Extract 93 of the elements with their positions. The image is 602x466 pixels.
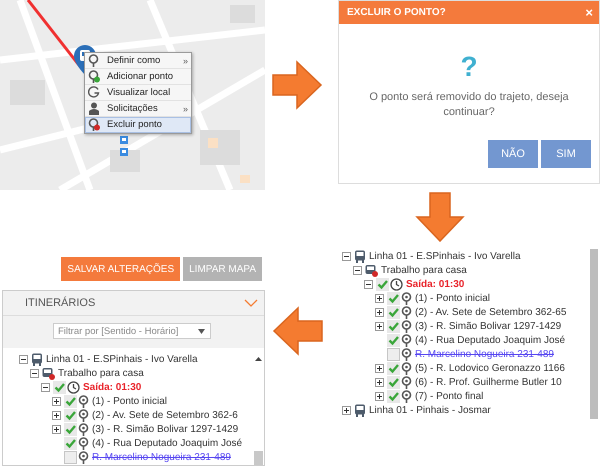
pin-icon — [401, 306, 412, 318]
expand-toggle[interactable] — [375, 378, 384, 386]
tree-label[interactable]: (5) - R. Lodovico Geronazzo 1166 — [415, 362, 565, 374]
expand-toggle[interactable] — [375, 392, 384, 400]
checkbox[interactable] — [387, 362, 400, 374]
checkbox[interactable] — [387, 376, 400, 388]
scroll-up-icon[interactable] — [254, 357, 262, 361]
tree-label[interactable]: Trabalho para casa — [381, 264, 467, 276]
checkbox[interactable] — [64, 394, 77, 408]
tree-label[interactable]: (3) - R. Simão Bolivar 1297-1429 — [415, 320, 562, 332]
pin-icon — [401, 320, 412, 332]
pin-icon — [401, 390, 412, 402]
expand-toggle[interactable] — [52, 410, 61, 420]
pin-icon — [78, 450, 89, 464]
tree-label[interactable]: (4) - Rua Deputado Joaquim José — [92, 438, 242, 448]
submenu-arrow: » — [182, 104, 188, 114]
checkbox[interactable] — [387, 390, 400, 402]
pin-icon — [78, 408, 89, 422]
tree-label[interactable]: Saída: 01:30 — [406, 278, 464, 290]
tree-label[interactable]: Linha 01 - E.SPinhais - Ivo Varella — [369, 250, 521, 262]
panel-title: ITINERÁRIOS — [25, 297, 96, 309]
bus-icon — [31, 352, 43, 366]
menu-item[interactable]: Definir como » — [85, 53, 191, 69]
question-mark: ? — [459, 52, 479, 82]
tree-label[interactable]: (1) - Ponto inicial — [92, 396, 168, 406]
expand-toggle[interactable] — [375, 294, 384, 302]
right-arrow — [271, 59, 323, 111]
tree-label[interactable]: (4) - Rua Deputado Joaquim José — [415, 334, 566, 346]
scroll-thumb[interactable] — [254, 451, 262, 465]
submenu-arrow: » — [182, 56, 188, 66]
menu-item[interactable]: Visualizar local — [85, 85, 191, 101]
expand-toggle[interactable] — [52, 424, 61, 434]
tree-label[interactable]: (3) - R. Simão Bolivar 1297-1429 — [92, 424, 238, 434]
tree-label[interactable]: Linha 01 - Pinhais - Josmar — [369, 404, 491, 416]
down-arrow — [414, 191, 466, 243]
chevron-icon[interactable] — [244, 299, 258, 307]
expand-toggle[interactable] — [342, 406, 351, 414]
clock-icon — [67, 380, 80, 394]
dialog-message: O ponto será removido do trajeto, deseja continuar? — [368, 90, 570, 120]
tree-label[interactable]: (2) - Av. Sete de Setembro 362-6 — [92, 410, 238, 420]
tree-label[interactable]: (7) - Ponto final — [415, 390, 484, 402]
tree-label[interactable]: Linha 01 - E.SPinhais - Ivo Varella — [46, 354, 198, 364]
pin-icon — [401, 292, 412, 304]
checkbox[interactable] — [376, 278, 389, 290]
collapse-toggle[interactable] — [19, 354, 28, 364]
checkbox[interactable] — [64, 436, 77, 450]
filter-dropdown[interactable]: Filtrar por [Sentido - Horário] — [53, 323, 211, 339]
checkbox[interactable] — [387, 348, 400, 360]
menu-item[interactable]: Excluir ponto — [85, 117, 191, 133]
pin-icon — [78, 394, 89, 408]
left-arrow — [272, 305, 324, 357]
dropdown-icon — [198, 328, 205, 334]
expand-toggle[interactable] — [375, 364, 384, 372]
checkbox[interactable] — [64, 408, 77, 422]
bus-icon — [365, 264, 378, 276]
tree-label[interactable]: (1) - Ponto inicial — [415, 292, 490, 304]
pin-icon — [78, 422, 89, 436]
person-icon — [88, 102, 100, 115]
bus-icon — [42, 366, 55, 380]
expand-toggle[interactable] — [375, 322, 384, 330]
pin-icon — [401, 334, 412, 346]
expand-toggle[interactable] — [52, 396, 61, 406]
collapse-toggle[interactable] — [353, 266, 362, 274]
menu-item[interactable]: Adicionar ponto — [85, 69, 191, 85]
expand-toggle[interactable] — [375, 308, 384, 316]
collapse-toggle[interactable] — [41, 382, 50, 392]
g-logo-icon — [88, 86, 100, 99]
checkbox[interactable] — [387, 334, 400, 346]
tree-label[interactable]: R. Marcelino Nogueira 231-489 — [415, 348, 554, 360]
checkbox[interactable] — [53, 380, 66, 394]
scrollbar[interactable] — [590, 249, 598, 419]
tree-label[interactable]: (6) - R. Prof. Guilherme Butler 10 — [415, 376, 562, 388]
pin-icon — [401, 348, 412, 360]
tree-label[interactable]: Trabalho para casa — [58, 368, 144, 378]
pin-icon — [401, 376, 412, 388]
checkbox[interactable] — [387, 292, 400, 304]
add-pin-icon — [88, 70, 100, 83]
collapse-toggle[interactable] — [342, 252, 351, 260]
tree-label[interactable]: (2) - Av. Sete de Setembro 362-65 — [415, 306, 566, 318]
remove-pin-icon — [88, 118, 100, 131]
clock-icon — [390, 278, 403, 290]
collapse-toggle[interactable] — [364, 280, 373, 288]
tree-label[interactable]: R. Marcelino Nogueira 231-489 — [92, 452, 231, 462]
checkbox[interactable] — [387, 306, 400, 318]
pin-icon — [78, 436, 89, 450]
pin-icon — [88, 54, 100, 67]
checkbox[interactable] — [64, 450, 77, 464]
checkbox[interactable] — [64, 422, 77, 436]
pin-icon — [401, 362, 412, 374]
collapse-toggle[interactable] — [30, 368, 39, 378]
dialog-title: EXCLUIR O PONTO? — [347, 7, 446, 18]
checkbox[interactable] — [387, 320, 400, 332]
tree-label[interactable]: Saída: 01:30 — [83, 382, 142, 392]
